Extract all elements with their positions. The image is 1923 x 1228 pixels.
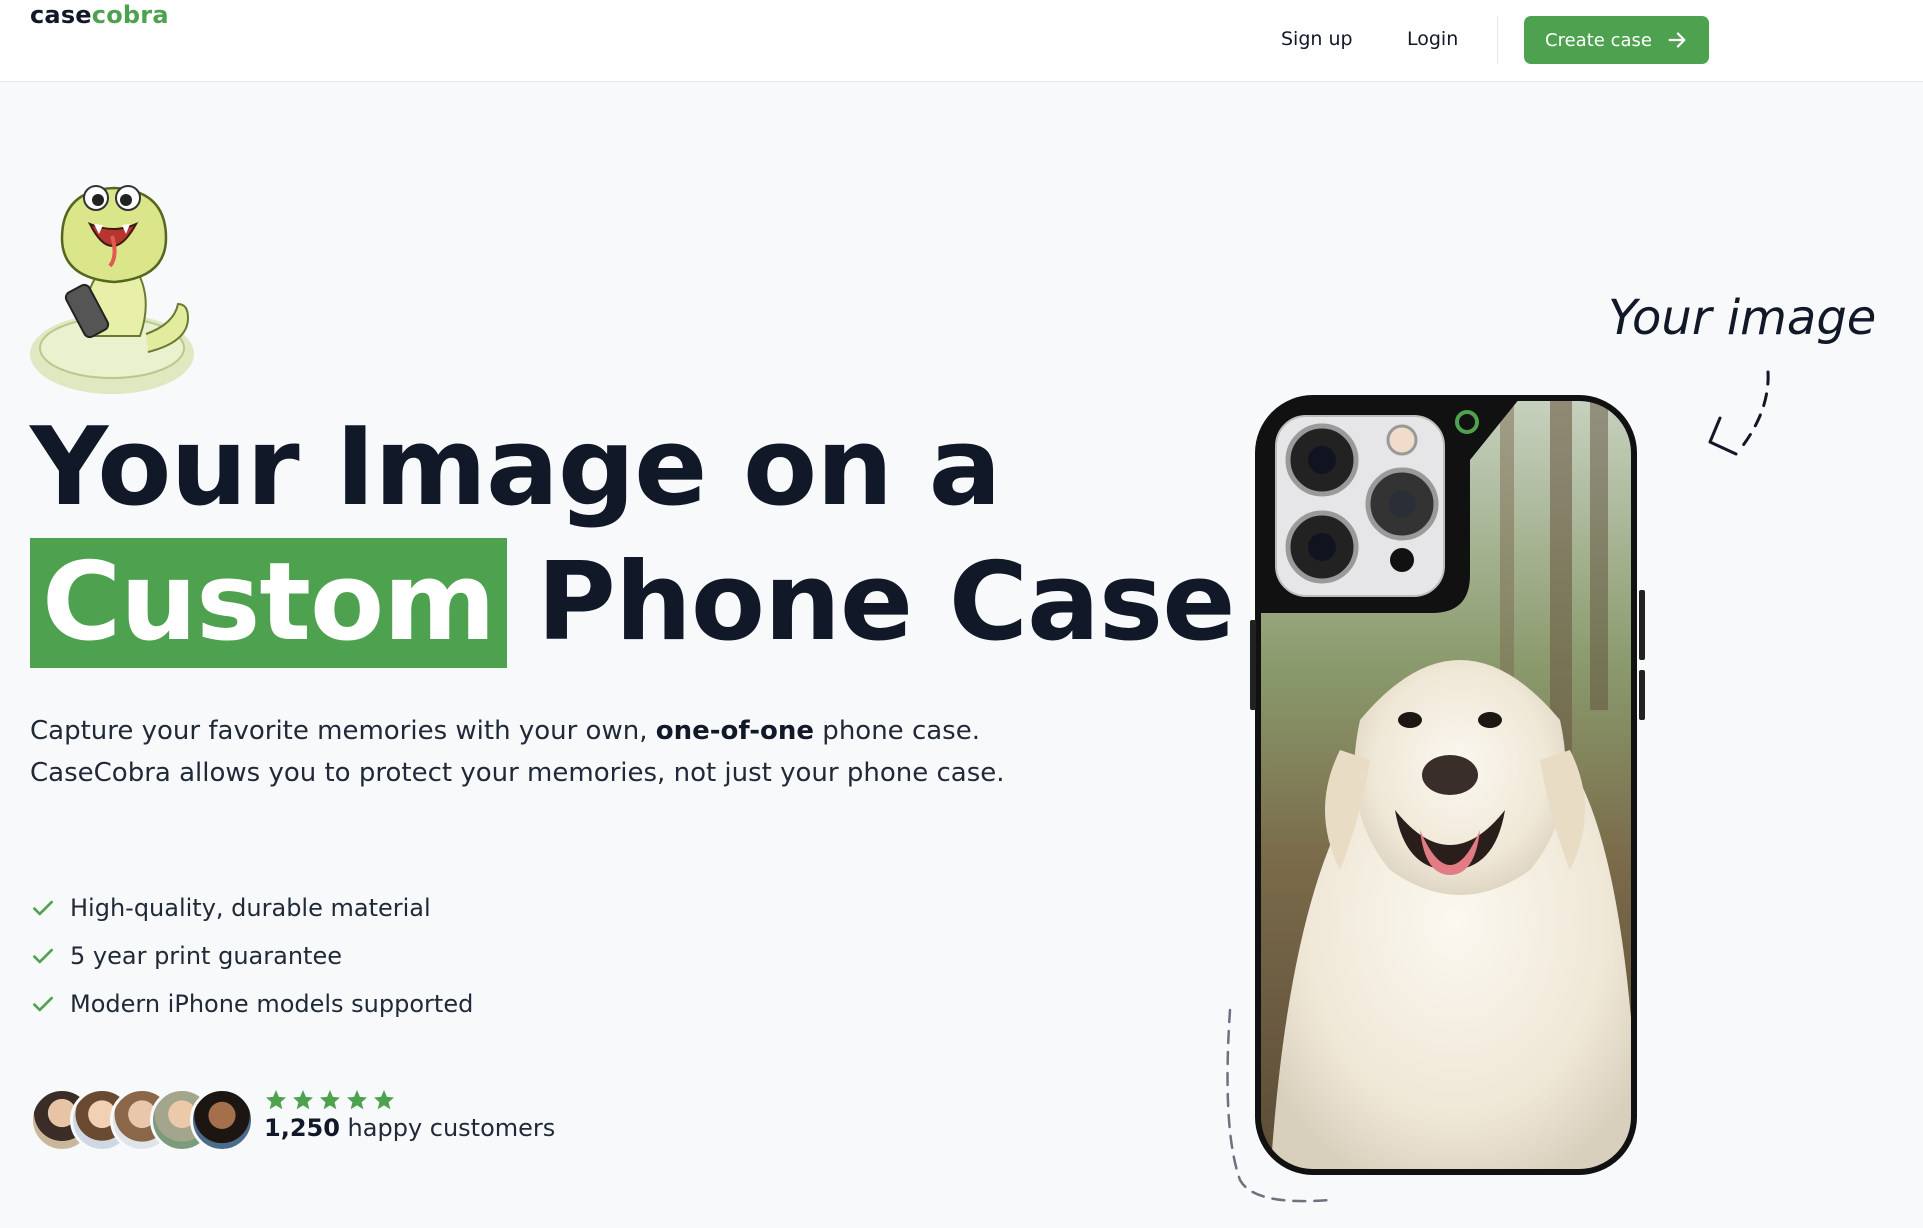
your-image-annotation: Your image <box>1608 290 1876 456</box>
check-icon <box>33 948 53 964</box>
rating-block: 1,250 happy customers <box>264 1088 555 1142</box>
check-icon <box>33 996 53 1012</box>
create-case-button[interactable]: Create case <box>1524 16 1709 64</box>
login-link[interactable]: Login <box>1407 26 1458 52</box>
star-icon <box>347 1090 367 1110</box>
avatar <box>190 1088 254 1152</box>
star-icon <box>293 1090 313 1110</box>
headline-highlight: Custom <box>30 537 507 668</box>
nav-divider <box>1497 16 1498 64</box>
snake-mascot <box>30 185 194 394</box>
hero-description: Capture your favorite memories with your… <box>30 716 1005 788</box>
customer-avatars <box>30 1088 254 1152</box>
navbar: casecobra Sign up Login Create case <box>0 0 1923 82</box>
check-icon <box>33 900 53 916</box>
star-icon <box>374 1090 394 1110</box>
decorative-dashed-curve <box>1226 1008 1330 1203</box>
feature-item: Modern iPhone models supported <box>30 980 473 1028</box>
star-icon <box>320 1090 340 1110</box>
feature-list: High-quality, durable material 5 year pr… <box>30 884 473 1028</box>
hero-headline: Your Image on a Custom Phone Case <box>30 400 1236 670</box>
annotation-text: Your image <box>1608 290 1876 346</box>
star-icon <box>266 1090 286 1110</box>
customers-count: 1,250 happy customers <box>264 1114 556 1142</box>
logo[interactable]: casecobra <box>30 0 169 30</box>
arrow-right-icon <box>1668 32 1686 48</box>
feature-item: High-quality, durable material <box>30 884 473 932</box>
star-rating <box>264 1088 555 1112</box>
feature-item: 5 year print guarantee <box>30 932 473 980</box>
headline-line-1: Your Image on a <box>30 405 1002 530</box>
signup-link[interactable]: Sign up <box>1281 26 1353 52</box>
headline-rest: Phone Case <box>536 540 1236 665</box>
